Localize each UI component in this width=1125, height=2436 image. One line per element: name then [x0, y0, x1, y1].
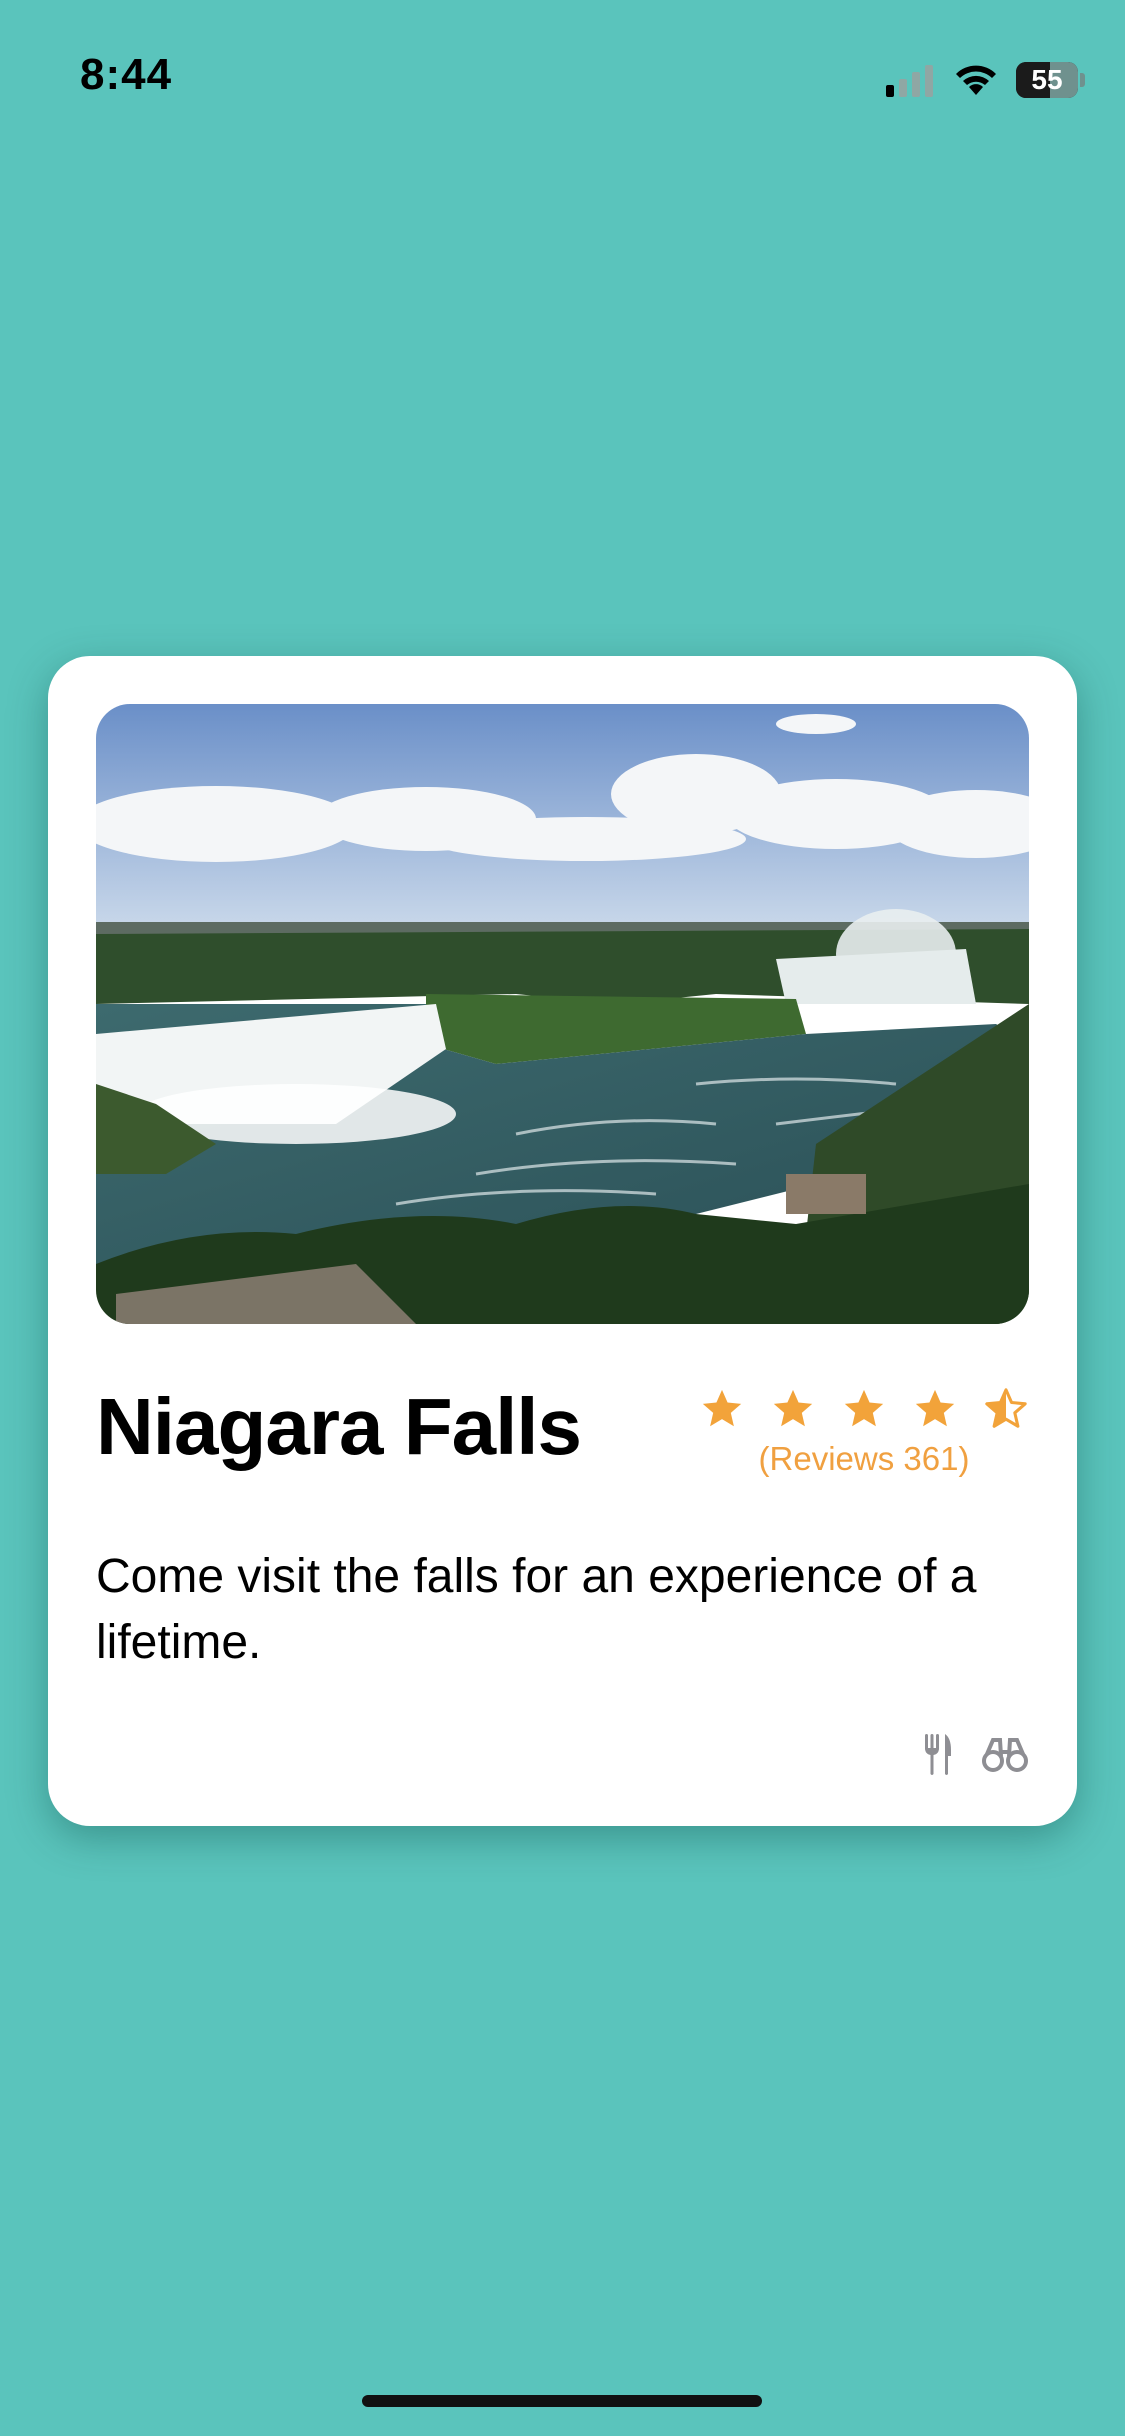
star-rating: (Reviews 361) — [699, 1386, 1029, 1478]
reviews-count: (Reviews 361) — [758, 1440, 970, 1477]
fork-knife-icon — [925, 1734, 951, 1775]
star-filled-icon — [844, 1389, 884, 1427]
amenities — [895, 1732, 1029, 1776]
battery-tip — [1080, 73, 1085, 87]
battery-level: 55 — [1031, 64, 1063, 95]
landmark-card[interactable]: Niagara Falls (Reviews 361) Come visit t… — [48, 656, 1077, 1826]
waterfall-photo-icon — [96, 704, 1029, 1324]
star-filled-icon — [915, 1389, 955, 1427]
status-time: 8:44 — [80, 50, 173, 99]
landmark-photo — [96, 704, 1029, 1324]
landmark-description: Come visit the falls for an experience o… — [96, 1550, 977, 1669]
battery-icon: 55 — [1016, 62, 1078, 98]
star-filled-icon — [702, 1389, 742, 1427]
cellular-signal-icon — [886, 63, 938, 97]
binoculars-icon — [982, 1738, 1028, 1772]
landmark-title: Niagara Falls — [96, 1382, 582, 1471]
star-half-icon — [985, 1388, 1027, 1428]
star-filled-icon — [773, 1389, 813, 1427]
status-indicators: 55 — [886, 60, 1085, 100]
wifi-icon — [956, 65, 996, 95]
home-indicator[interactable] — [362, 2395, 762, 2407]
